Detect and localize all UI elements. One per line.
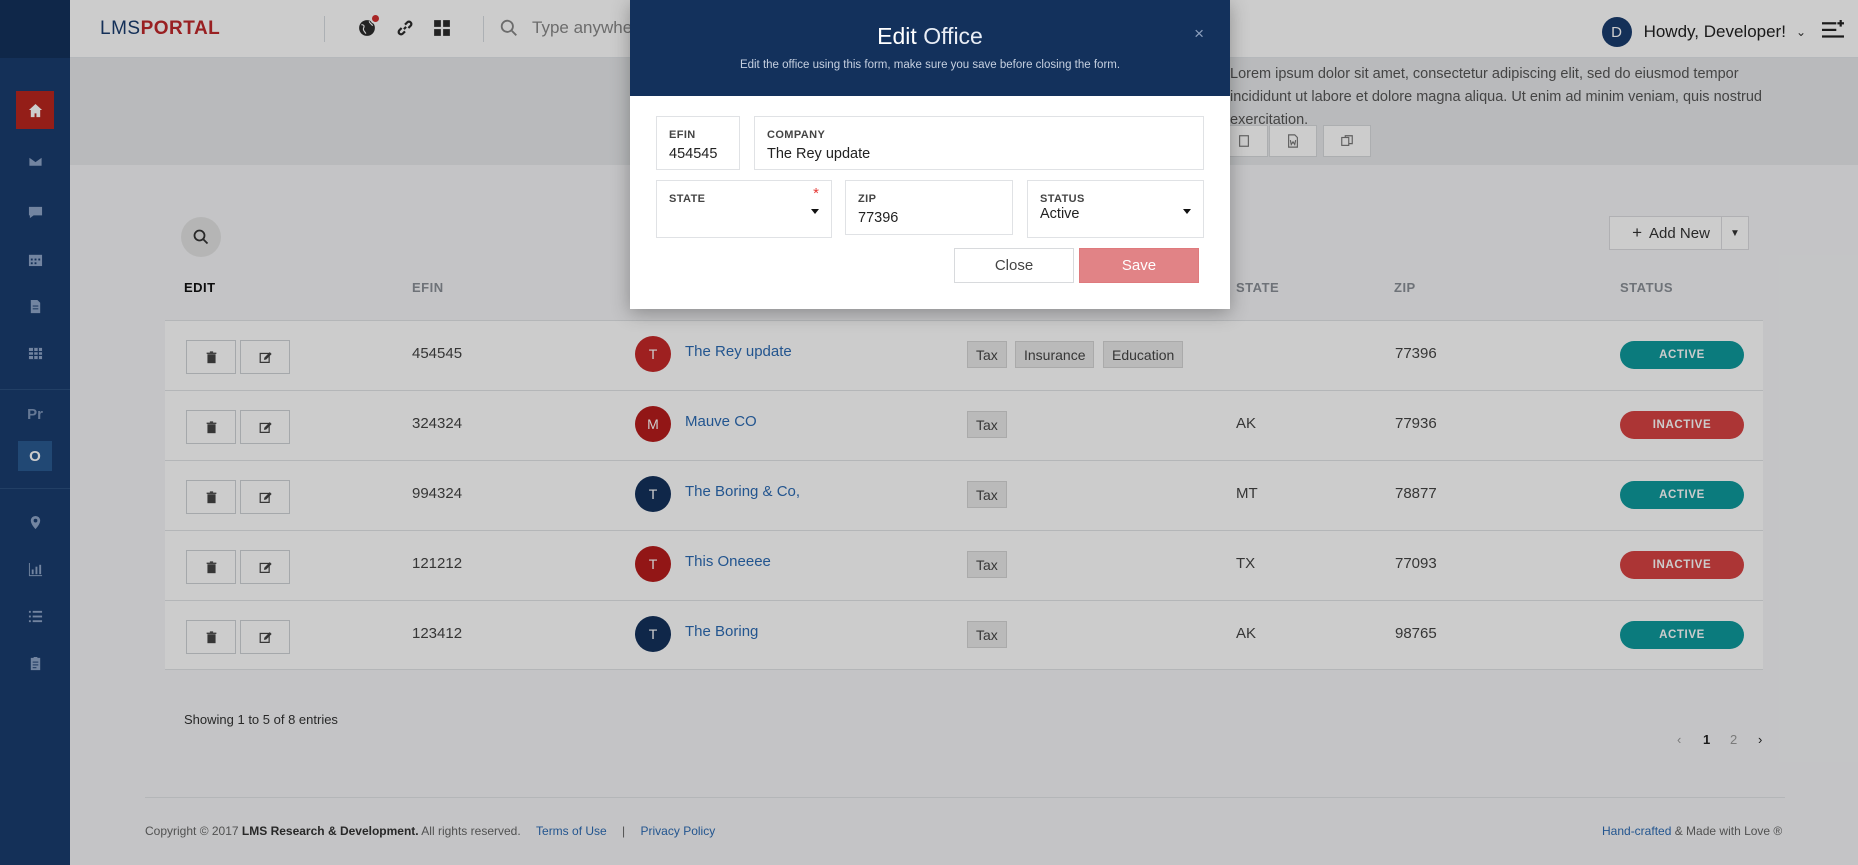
zip-label: ZIP [858, 193, 877, 205]
modal-subtitle: Edit the office using this form, make su… [739, 59, 1121, 71]
company-field[interactable]: COMPANY The Rey update [754, 116, 1204, 170]
status-value: Active [1040, 206, 1080, 222]
modal-title-bold: Edit [877, 23, 917, 49]
required-marker: * [813, 185, 819, 202]
company-value: The Rey update [767, 146, 871, 162]
caret-down-icon [1183, 209, 1191, 214]
caret-down-icon [811, 209, 819, 214]
efin-value: 454545 [669, 146, 718, 162]
modal-header: Edit Office Edit the office using this f… [630, 0, 1230, 96]
modal-title: Edit Office [630, 0, 1230, 50]
save-button[interactable]: Save [1079, 248, 1199, 283]
company-label: COMPANY [767, 129, 826, 141]
close-icon[interactable]: × [1194, 24, 1204, 44]
efin-field[interactable]: EFIN 454545 [656, 116, 740, 170]
modal-title-light: Office [923, 23, 983, 49]
zip-field[interactable]: ZIP 77396 [845, 180, 1013, 235]
zip-value: 77396 [858, 210, 899, 226]
state-label: STATE [669, 193, 706, 205]
status-label: STATUS [1040, 193, 1085, 205]
state-select[interactable]: STATE * [656, 180, 832, 238]
edit-office-modal: Edit Office Edit the office using this f… [630, 0, 1230, 309]
close-button[interactable]: Close [954, 248, 1074, 283]
status-select[interactable]: STATUS Active [1027, 180, 1204, 238]
efin-label: EFIN [669, 129, 696, 141]
